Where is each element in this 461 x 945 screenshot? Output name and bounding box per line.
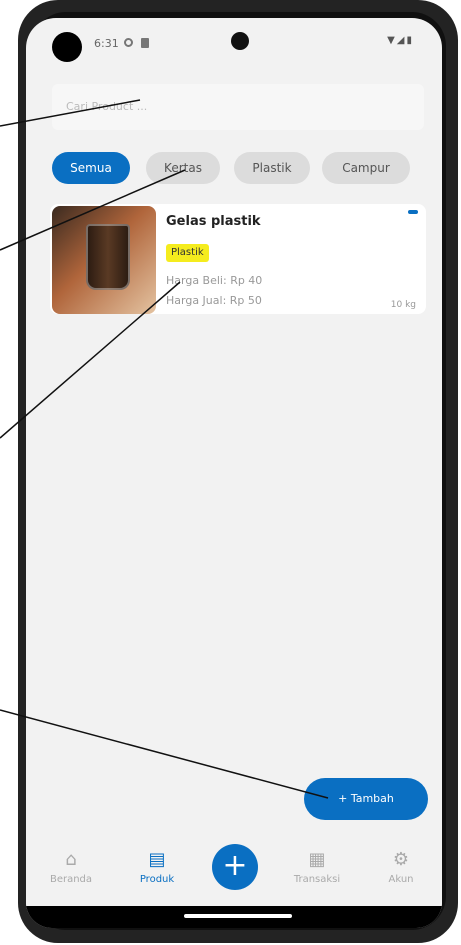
- home-indicator: [184, 914, 292, 918]
- nav-label-transaksi: Transaksi: [293, 874, 341, 885]
- nav-item-beranda[interactable]: ⌂ Beranda: [36, 848, 106, 885]
- search-placeholder: Cari Product ...: [66, 100, 148, 113]
- card-indicator: [408, 210, 418, 214]
- nav-label-produk: Produk: [139, 874, 175, 885]
- search-input[interactable]: Cari Product ...: [52, 84, 424, 130]
- nav-label-beranda: Beranda: [49, 874, 93, 885]
- home-icon: ⌂: [65, 849, 77, 870]
- signal-battery-icon: ▼◢▮: [387, 35, 414, 46]
- nav-item-produk[interactable]: ▤ Produk: [122, 848, 192, 885]
- status-time: 6:31: [94, 37, 119, 50]
- document-icon: ▤: [148, 849, 166, 870]
- bottom-navigation: ⌂ Beranda ▤ Produk + ▦ Transaksi ⚙ Akun: [26, 840, 442, 906]
- product-name: Gelas plastik: [166, 214, 261, 229]
- nav-label-akun: Akun: [388, 874, 414, 885]
- nav-item-akun[interactable]: ⚙ Akun: [366, 848, 436, 885]
- center-add-button[interactable]: +: [212, 844, 258, 890]
- gear-icon: ⚙: [392, 849, 410, 870]
- nav-item-transaksi[interactable]: ▦ Transaksi: [282, 848, 352, 885]
- app-screen: 6:31 ▼◢▮ Cari Product ... Semua Kertas P…: [26, 18, 442, 928]
- front-camera-icon: [231, 32, 249, 50]
- filter-chip-plastik[interactable]: Plastik: [234, 152, 310, 184]
- product-weight: 10 kg: [390, 300, 416, 310]
- sell-price: Harga Jual: Rp 50: [166, 294, 262, 307]
- filter-chip-kertas[interactable]: Kertas: [146, 152, 220, 184]
- filter-chip-campur[interactable]: Campur: [322, 152, 410, 184]
- gesture-area: [26, 906, 442, 928]
- cup-image: [86, 224, 130, 290]
- receipt-icon: ▦: [308, 849, 326, 870]
- add-product-button[interactable]: + Tambah: [304, 778, 428, 820]
- product-category-badge: Plastik: [166, 244, 209, 262]
- camera-cutout: [52, 32, 82, 62]
- status-bar: 6:31 ▼◢▮: [26, 18, 442, 78]
- filter-chip-semua[interactable]: Semua: [52, 152, 130, 184]
- sim-icon: [141, 38, 149, 48]
- product-image: [52, 206, 156, 314]
- buy-price: Harga Beli: Rp 40: [166, 274, 263, 287]
- product-card[interactable]: Gelas plastik Plastik Harga Beli: Rp 40 …: [50, 204, 426, 314]
- notification-icon: [124, 38, 133, 47]
